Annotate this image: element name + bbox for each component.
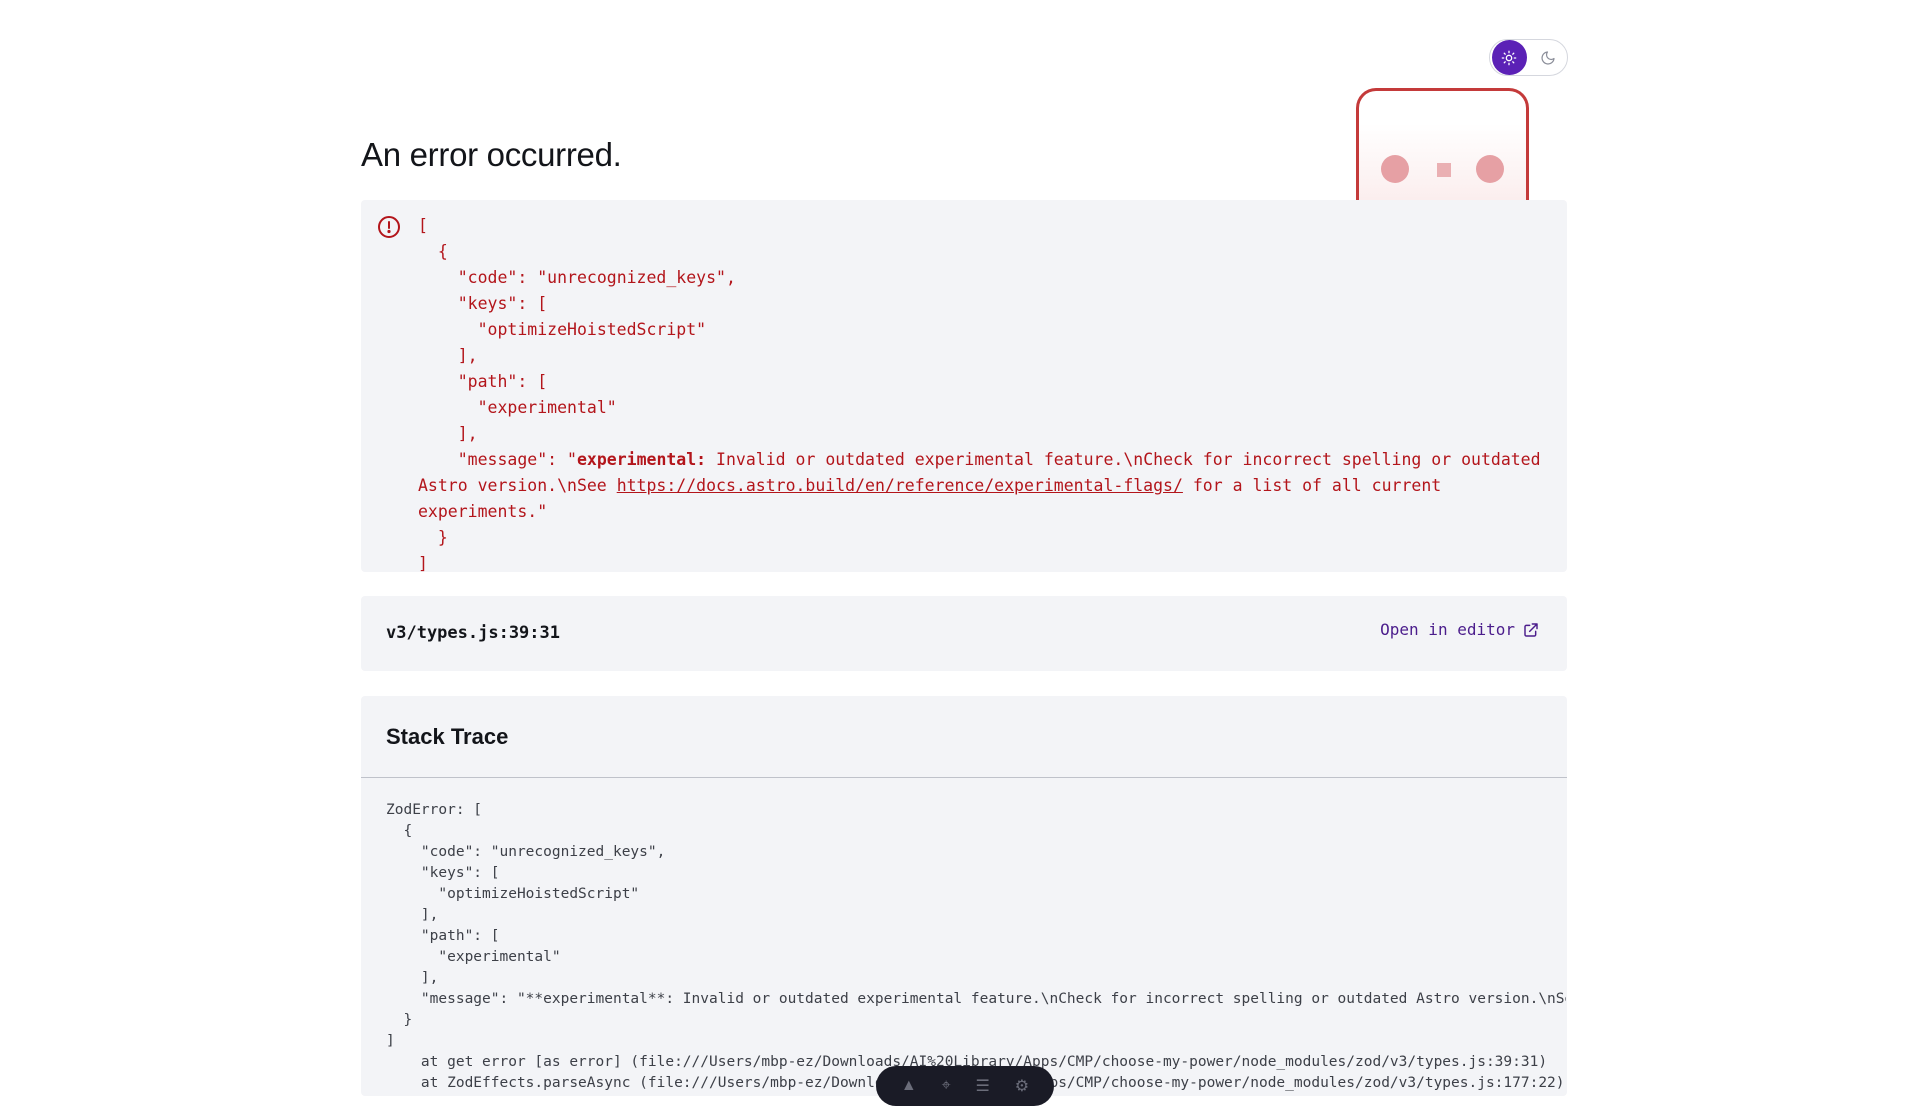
menu-icon[interactable]: ☰ xyxy=(976,1076,990,1096)
error-message-key: experimental: xyxy=(576,450,707,469)
error-location-box: v3/types.js:39:31 Open in editor xyxy=(361,596,1567,671)
stack-trace-text: ZodError: [ { "code": "unrecognized_keys… xyxy=(386,802,1566,1091)
open-in-editor-label: Open in editor xyxy=(1380,620,1515,639)
alert-circle-icon xyxy=(378,216,400,238)
error-illustration xyxy=(1356,88,1529,200)
light-theme-button[interactable] xyxy=(1492,40,1527,75)
dev-toolbar[interactable]: ▲ ⌖ ☰ ⚙ xyxy=(876,1066,1054,1106)
open-in-editor-link[interactable]: Open in editor xyxy=(1380,620,1539,639)
illustration-eye-right xyxy=(1476,155,1504,183)
moon-icon xyxy=(1541,50,1555,65)
settings-icon[interactable]: ⚙ xyxy=(1015,1076,1029,1096)
error-message-box: [ { "code": "unrecognized_keys", "keys":… xyxy=(361,200,1567,573)
illustration-mouth xyxy=(1437,163,1451,177)
file-location: v3/types.js:39:31 xyxy=(386,623,560,643)
illustration-eye-left xyxy=(1381,155,1409,183)
error-message: [ { "code": "unrecognized_keys", "keys":… xyxy=(418,213,1558,577)
error-message-prefix: [ { "code": "unrecognized_keys", "keys":… xyxy=(418,216,736,469)
stack-trace-section: Stack Trace ZodError: [ { "code": "unrec… xyxy=(361,696,1567,1096)
page-title: An error occurred. xyxy=(361,136,622,173)
dark-theme-button[interactable] xyxy=(1531,40,1566,75)
external-link-icon xyxy=(1524,622,1538,637)
docs-link[interactable]: https://docs.astro.build/en/reference/ex… xyxy=(617,476,1183,495)
sun-icon xyxy=(1501,50,1517,65)
stack-trace-heading: Stack Trace xyxy=(361,696,1567,778)
theme-toggle[interactable] xyxy=(1489,39,1568,76)
